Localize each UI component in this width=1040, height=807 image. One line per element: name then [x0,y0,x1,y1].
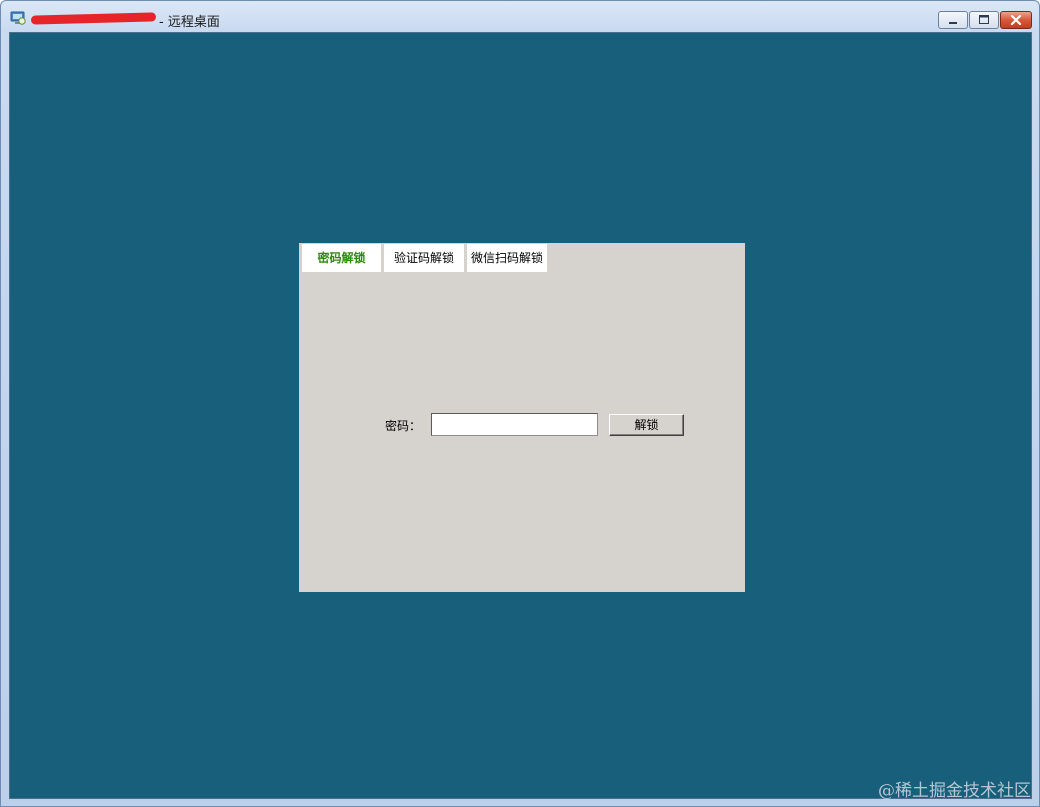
title-bar[interactable]: - 远程桌面 [1,1,1039,32]
remote-desktop-area[interactable]: 密码解锁 验证码解锁 微信扫码解锁 密码： 解锁 [9,32,1032,799]
watermark: @稀土掘金技术社区 [878,781,1031,801]
tab-password-unlock[interactable]: 密码解锁 [302,244,381,272]
remote-desktop-window: - 远程桌面 密码解锁 验证码解锁 微信扫码解锁 密码： 解锁 @稀土掘金技术社… [0,0,1040,807]
password-input[interactable] [431,413,598,436]
close-button[interactable] [1000,11,1032,29]
minimize-icon [949,22,957,24]
unlock-tabs: 密码解锁 验证码解锁 微信扫码解锁 [302,244,547,272]
password-label: 密码： [385,419,422,433]
tab-verification-code-unlock[interactable]: 验证码解锁 [384,244,464,272]
tab-wechat-scan-unlock[interactable]: 微信扫码解锁 [467,244,547,272]
window-title: - 远程桌面 [159,15,220,30]
window-controls [938,11,1032,29]
remote-desktop-icon [10,10,26,26]
close-icon [1010,14,1022,26]
unlock-panel: 密码解锁 验证码解锁 微信扫码解锁 密码： 解锁 [299,243,745,592]
maximize-button[interactable] [969,11,999,29]
unlock-button[interactable]: 解锁 [609,414,684,436]
maximize-icon [979,15,989,24]
redacted-host-address [30,11,160,25]
minimize-button[interactable] [938,11,968,29]
redaction-mark [30,12,157,25]
